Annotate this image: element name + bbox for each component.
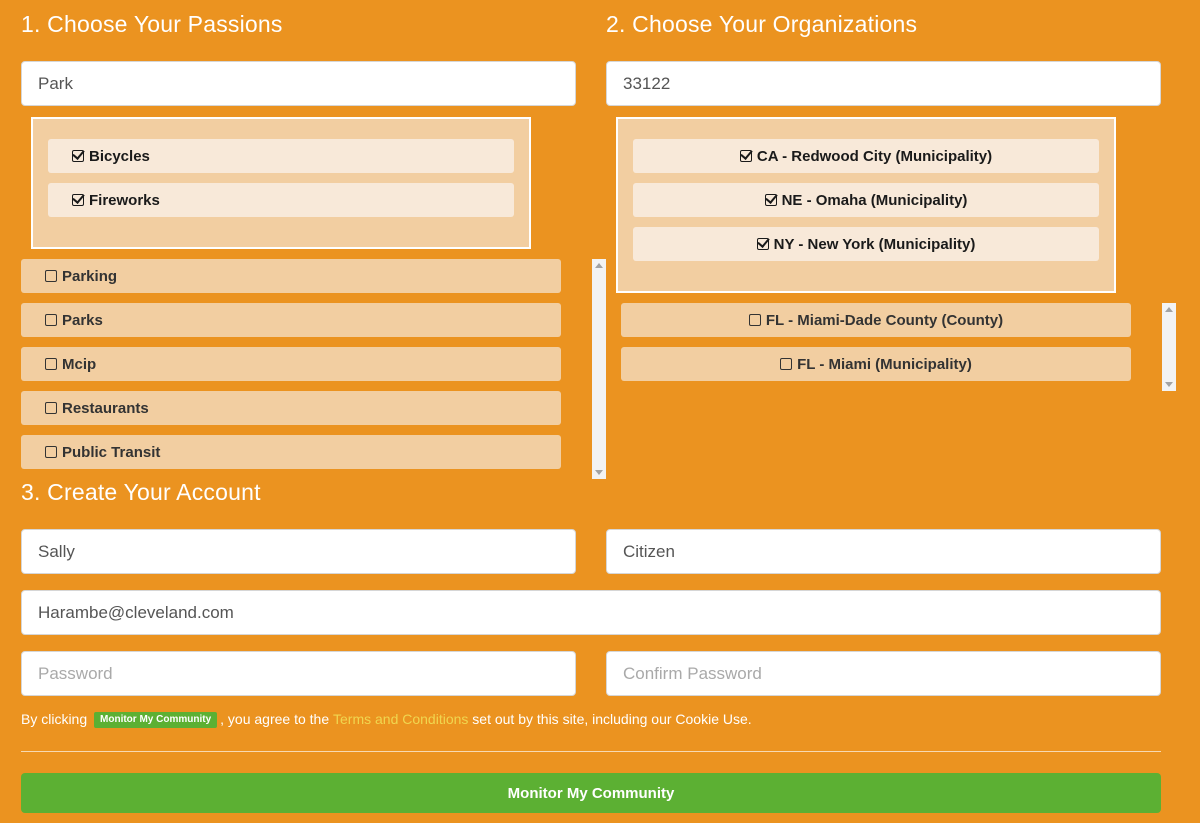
passion-option-parks[interactable]: Parks — [21, 303, 561, 337]
scroll-up-arrow-icon[interactable] — [1165, 307, 1173, 312]
checkbox-empty-icon — [45, 358, 57, 370]
password-input[interactable] — [21, 651, 576, 696]
org-option-label: FL - Miami-Dade County (County) — [765, 311, 1004, 329]
divider — [21, 751, 1161, 752]
organizations-scrollbar[interactable] — [1162, 303, 1176, 391]
passion-option-label: Mcip — [62, 355, 97, 373]
passion-option-label: Public Transit — [62, 443, 161, 461]
passions-title: 1. Choose Your Passions — [21, 11, 283, 37]
terms-notice: By clicking Monitor My Community , you a… — [21, 711, 752, 728]
org-selected-new-york[interactable]: NY - New York (Municipality) — [633, 227, 1099, 261]
scroll-down-arrow-icon[interactable] — [1165, 382, 1173, 387]
checkbox-empty-icon — [45, 270, 57, 282]
checkbox-checked-icon — [739, 150, 752, 162]
passions-search-input[interactable] — [21, 61, 576, 106]
passions-selected-box: Bicycles Fireworks — [31, 117, 531, 249]
checkbox-checked-icon — [756, 238, 769, 250]
organizations-selected-box: CA - Redwood City (Municipality) NE - Om… — [616, 117, 1116, 293]
passion-option-restaurants[interactable]: Restaurants — [21, 391, 561, 425]
passion-option-label: Restaurants — [62, 399, 149, 417]
first-name-input[interactable] — [21, 529, 576, 574]
org-selected-label: CA - Redwood City (Municipality) — [756, 147, 993, 165]
scroll-up-arrow-icon[interactable] — [595, 263, 603, 268]
terms-button-badge: Monitor My Community — [94, 712, 218, 728]
org-selected-omaha[interactable]: NE - Omaha (Municipality) — [633, 183, 1099, 217]
checkbox-checked-icon — [764, 194, 777, 206]
organizations-title: 2. Choose Your Organizations — [606, 11, 918, 37]
checkbox-empty-icon — [45, 446, 57, 458]
scroll-down-arrow-icon[interactable] — [595, 470, 603, 475]
passion-option-parking[interactable]: Parking — [21, 259, 561, 293]
terms-suffix: set out by this site, including our Cook… — [472, 711, 752, 727]
checkbox-empty-icon — [780, 358, 793, 370]
org-option-miami-dade[interactable]: FL - Miami-Dade County (County) — [621, 303, 1131, 337]
org-selected-label: NY - New York (Municipality) — [773, 235, 976, 253]
terms-and-conditions-link[interactable]: Terms and Conditions — [333, 711, 468, 727]
checkbox-checked-icon — [72, 194, 84, 206]
org-selected-redwood-city[interactable]: CA - Redwood City (Municipality) — [633, 139, 1099, 173]
terms-prefix: By clicking — [21, 711, 88, 727]
checkbox-checked-icon — [72, 150, 84, 162]
passion-selected-fireworks[interactable]: Fireworks — [48, 183, 514, 217]
terms-middle: , you agree to the — [220, 711, 330, 727]
confirm-password-input[interactable] — [606, 651, 1161, 696]
passion-option-mcip[interactable]: Mcip — [21, 347, 561, 381]
passion-option-label: Parking — [62, 267, 118, 285]
passion-selected-label: Bicycles — [89, 147, 150, 165]
checkbox-empty-icon — [748, 314, 761, 326]
org-selected-label: NE - Omaha (Municipality) — [781, 191, 968, 209]
org-option-label: FL - Miami (Municipality) — [797, 355, 972, 373]
passion-selected-bicycles[interactable]: Bicycles — [48, 139, 514, 173]
passions-scrollbar[interactable] — [592, 259, 606, 479]
passion-option-public-transit[interactable]: Public Transit — [21, 435, 561, 469]
checkbox-empty-icon — [45, 314, 57, 326]
account-title: 3. Create Your Account — [21, 479, 261, 505]
checkbox-empty-icon — [45, 402, 57, 414]
organizations-search-input[interactable] — [606, 61, 1161, 106]
email-input[interactable] — [21, 590, 1161, 635]
passion-selected-label: Fireworks — [89, 191, 160, 209]
last-name-input[interactable] — [606, 529, 1161, 574]
monitor-my-community-button[interactable]: Monitor My Community — [21, 773, 1161, 813]
passion-option-label: Parks — [62, 311, 103, 329]
org-option-miami[interactable]: FL - Miami (Municipality) — [621, 347, 1131, 381]
